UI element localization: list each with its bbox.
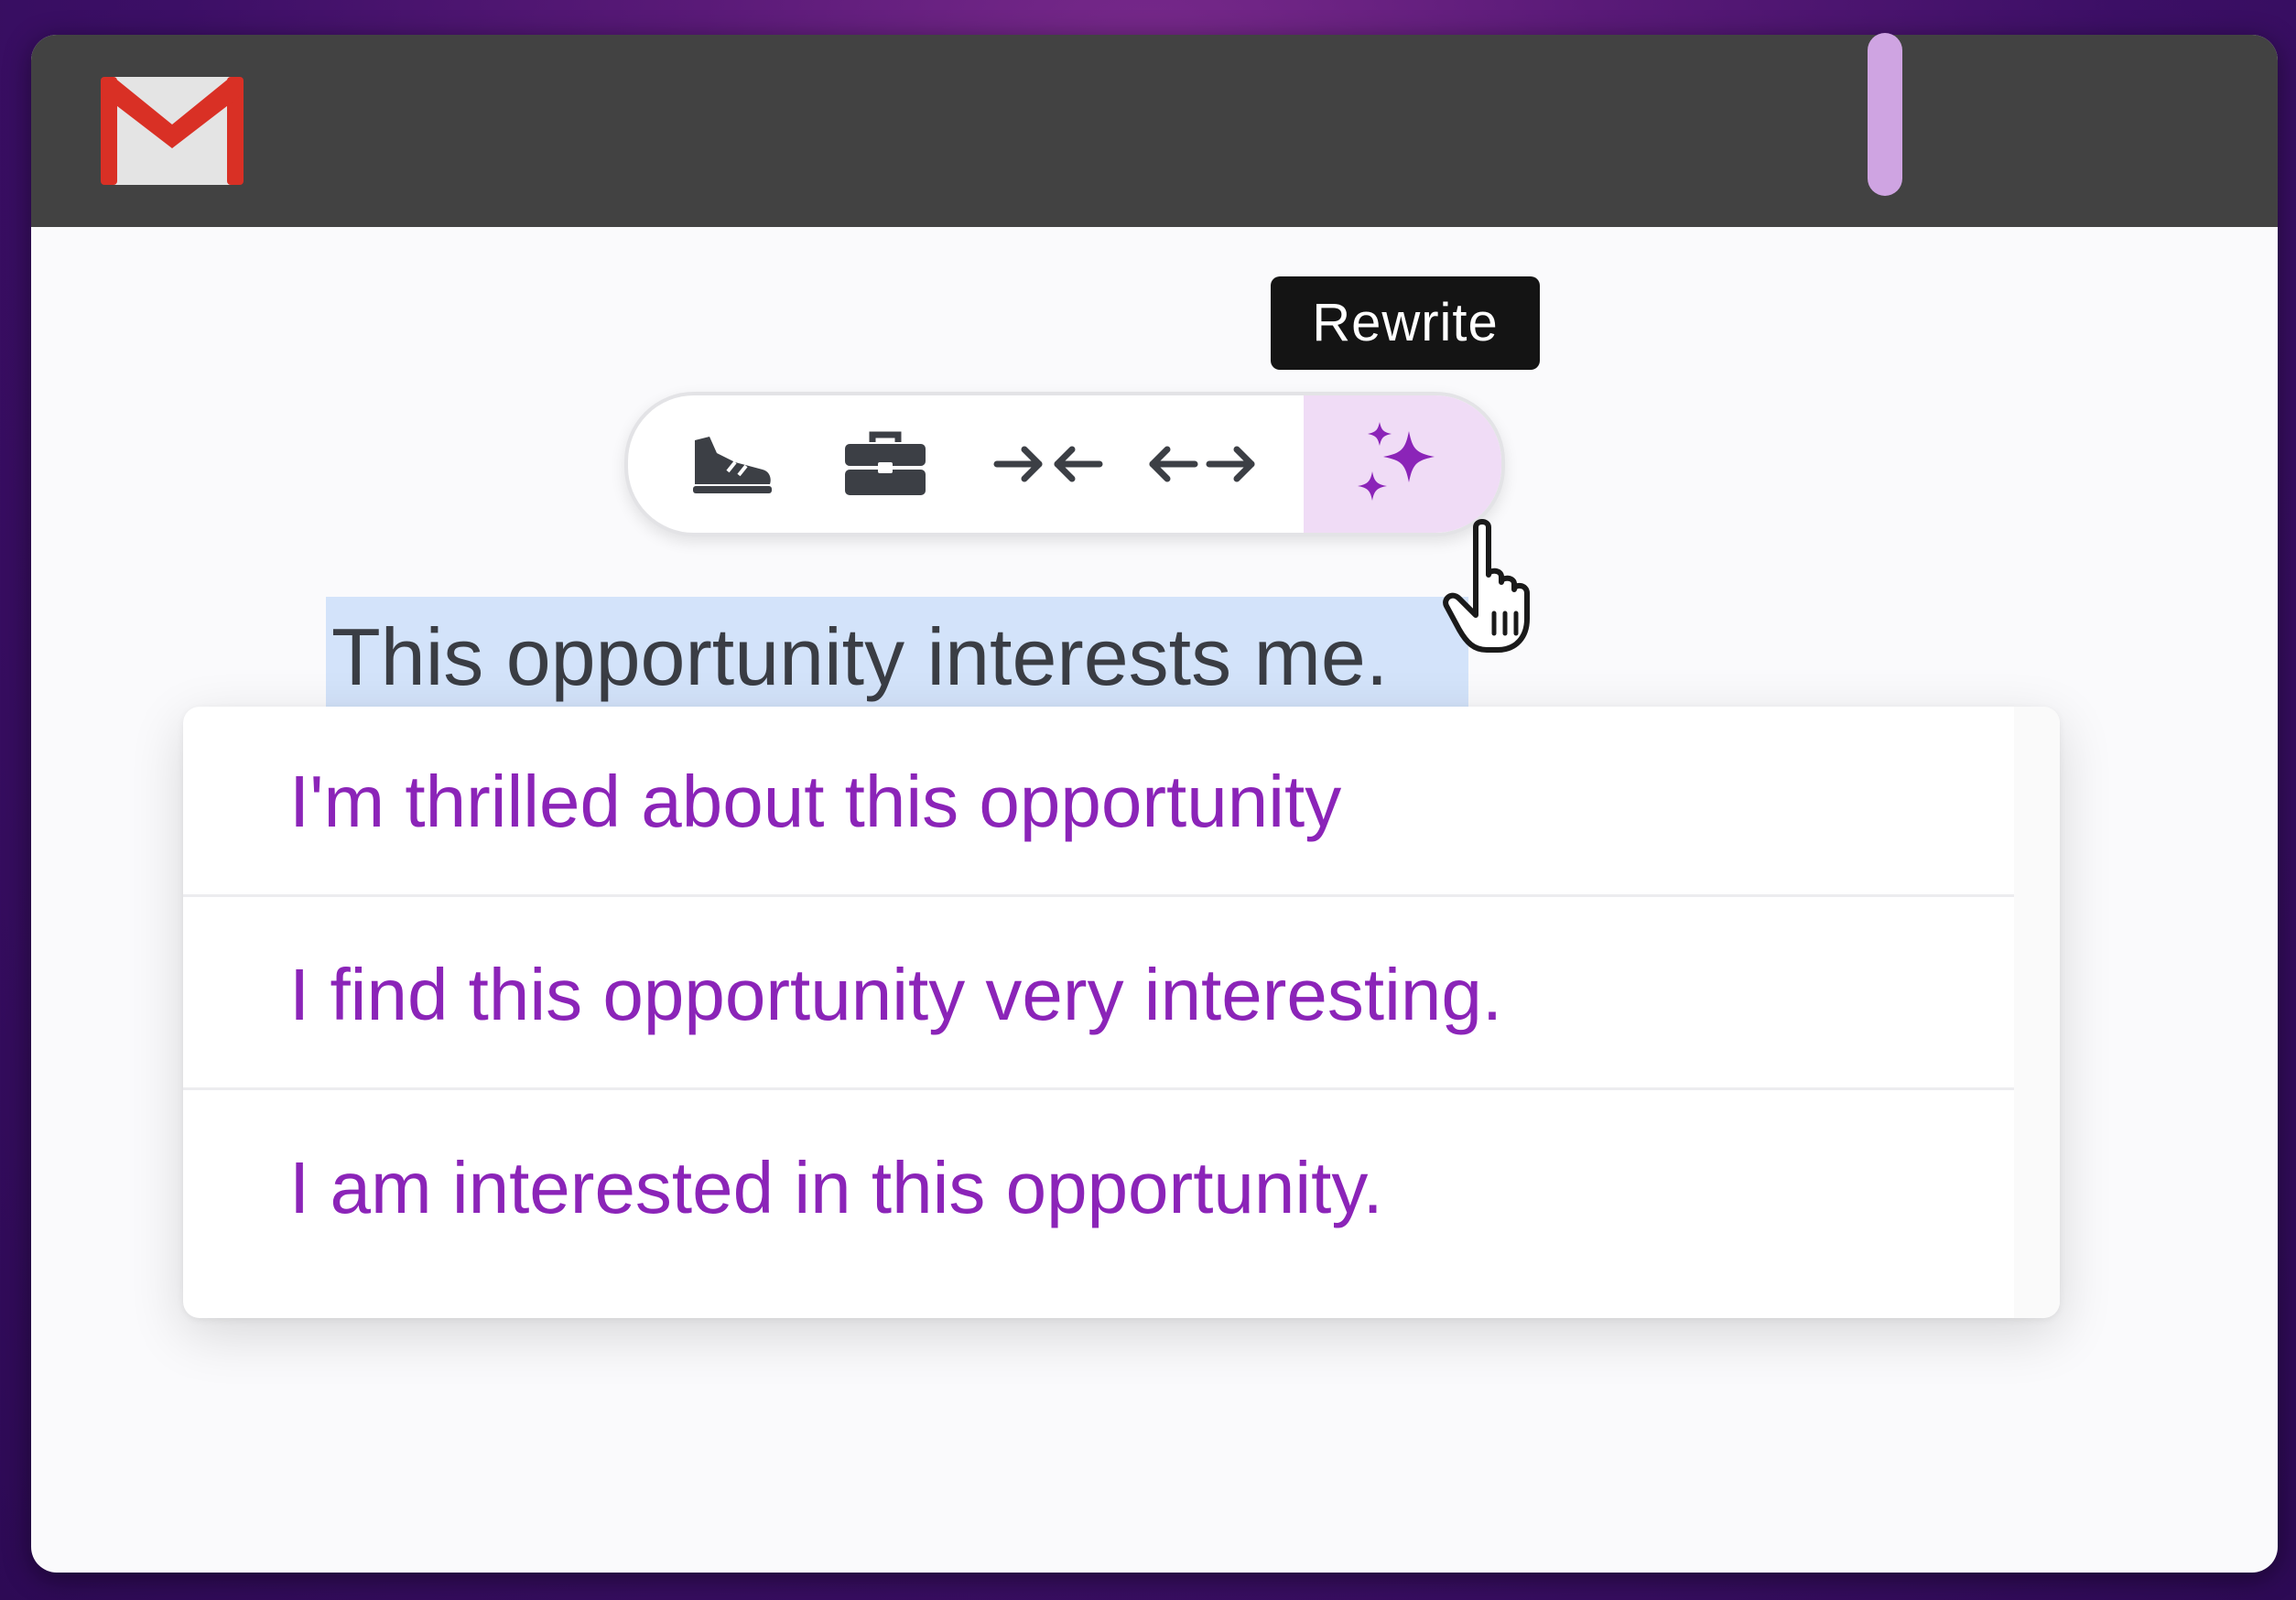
arrows-outward-icon <box>1149 446 1255 482</box>
casual-button[interactable] <box>663 395 800 533</box>
title-bar <box>31 35 2278 227</box>
shorten-button[interactable] <box>980 395 1117 533</box>
selected-text[interactable]: This opportunity interests me. <box>326 597 1468 718</box>
suggestion-item[interactable]: I find this opportunity very interesting… <box>183 900 2014 1090</box>
scrollbar-thumb[interactable] <box>1868 33 1902 196</box>
arrows-inward-icon <box>993 446 1103 482</box>
hand-pointer-cursor-icon <box>1443 519 1530 653</box>
rewrite-button[interactable] <box>1304 395 1501 533</box>
sneaker-icon <box>693 437 772 493</box>
refine-toolbar <box>624 392 1505 536</box>
gmail-logo[interactable] <box>101 77 244 185</box>
suggestion-item[interactable]: I'm thrilled about this opportunity <box>183 707 2014 897</box>
sparkle-icon <box>1358 422 1435 501</box>
rewrite-tooltip: Rewrite <box>1271 276 1540 370</box>
formal-button[interactable] <box>817 395 954 533</box>
scrollbar-track[interactable] <box>2014 707 2060 1318</box>
briefcase-icon <box>845 431 926 495</box>
suggestion-item[interactable]: I am interested in this opportunity. <box>183 1093 2014 1283</box>
suggestions-list: I'm thrilled about this opportunity I fi… <box>183 707 2060 1318</box>
elaborate-button[interactable] <box>1133 395 1271 533</box>
